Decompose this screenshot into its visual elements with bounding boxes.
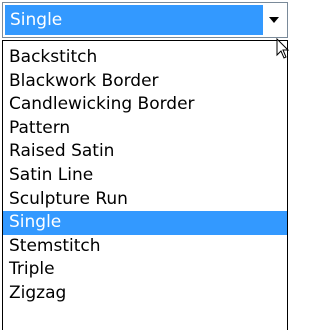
option-blackwork-border[interactable]: Blackwork Border <box>3 70 287 94</box>
option-sculpture-run[interactable]: Sculpture Run <box>3 188 287 212</box>
stitch-type-dropdown: Single Backstitch Blackwork Border Candlew… <box>0 0 292 330</box>
chevron-down-icon <box>264 5 284 35</box>
option-stemstitch[interactable]: Stemstitch <box>3 235 287 259</box>
option-triple[interactable]: Triple <box>3 258 287 282</box>
option-candlewicking-border[interactable]: Candlewicking Border <box>3 93 287 117</box>
mouse-pointer-icon <box>276 37 290 65</box>
option-single[interactable]: Single <box>3 211 287 235</box>
option-zigzag[interactable]: Zigzag <box>3 282 287 306</box>
selected-value[interactable]: Single <box>5 5 263 35</box>
option-pattern[interactable]: Pattern <box>3 117 287 141</box>
stitch-type-select[interactable]: Single <box>2 2 288 38</box>
dropdown-options-list: Backstitch Blackwork Border Candlewicking … <box>2 40 288 330</box>
option-satin-line[interactable]: Satin Line <box>3 164 287 188</box>
dropdown-arrow-button[interactable] <box>264 5 284 35</box>
option-raised-satin[interactable]: Raised Satin <box>3 140 287 164</box>
option-backstitch[interactable]: Backstitch <box>3 46 287 70</box>
